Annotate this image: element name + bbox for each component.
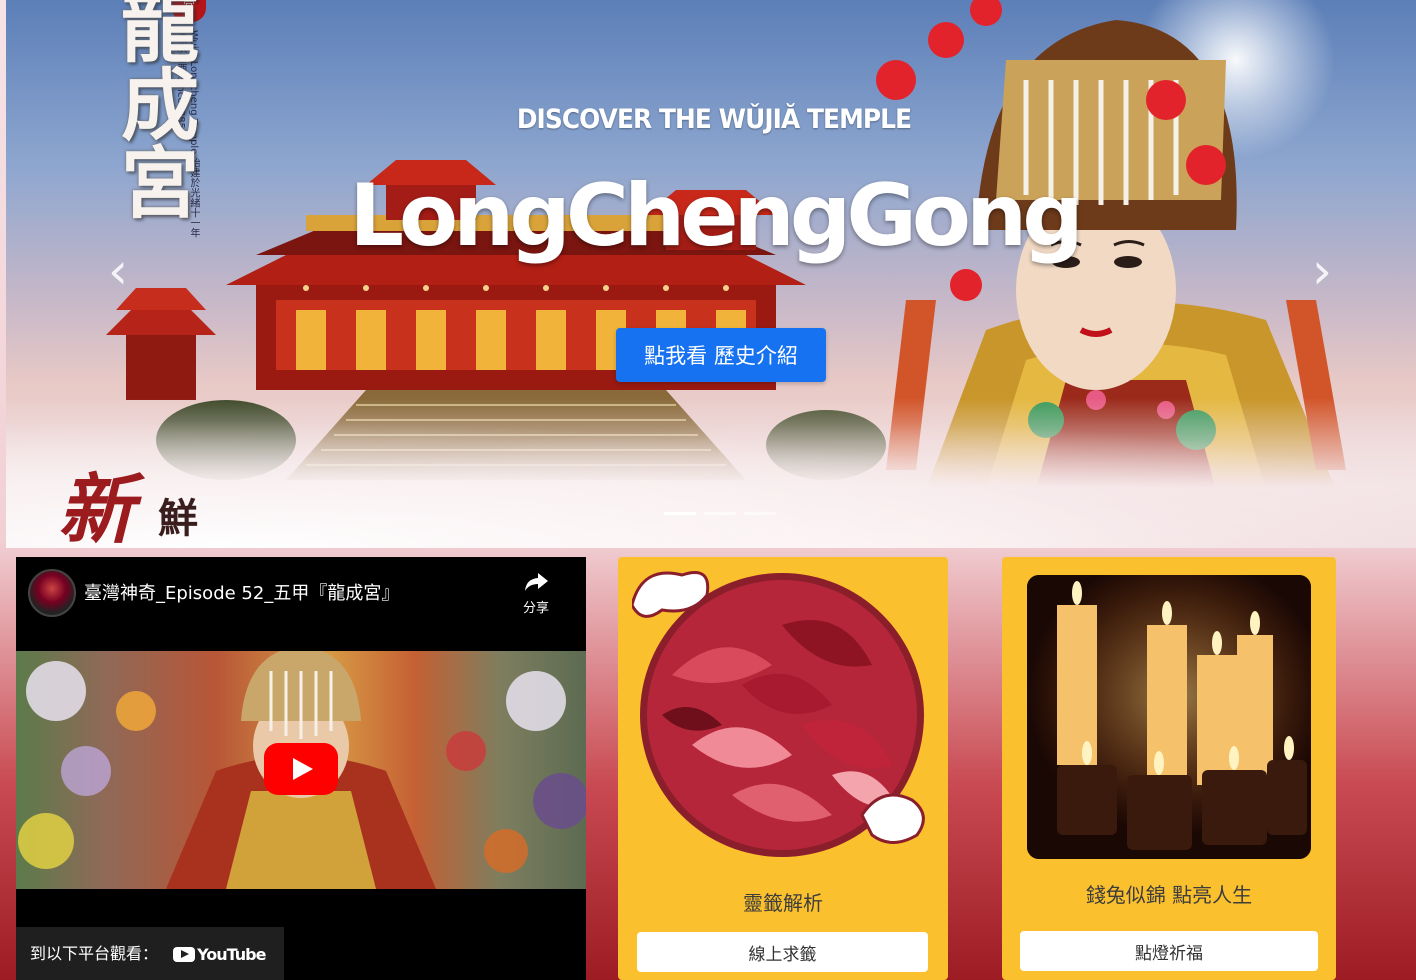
carousel-prev-chevron-icon[interactable]: ‹ xyxy=(98,246,138,298)
youtube-logo-label: YouTube xyxy=(197,945,266,964)
light-lamp-button[interactable]: 點燈祈福 xyxy=(1020,931,1318,971)
share-arrow-icon xyxy=(525,573,548,591)
carousel-indicator-3[interactable] xyxy=(744,512,776,515)
fresh-logo-small: 鮮 xyxy=(158,495,198,542)
channel-avatar[interactable] xyxy=(28,569,76,617)
carousel-indicator-2[interactable] xyxy=(704,512,736,515)
youtube-video-embed[interactable]: 臺灣神奇_Episode 52_五甲『龍成宮』 分享 到以下平台觀看： YouT… xyxy=(16,557,586,980)
divination-card: 靈籤解析 線上求籤 xyxy=(618,557,948,980)
youtube-logo-icon: YouTube xyxy=(173,928,266,980)
youtube-mark-icon xyxy=(173,947,196,962)
hero-carousel: 宮 Wujia Longcheng Temple 始建於光緒十一年·歲次乙酉 S… xyxy=(6,0,1416,548)
lamp-caption: 錢兔似錦 點亮人生 xyxy=(1085,883,1253,907)
online-divination-button[interactable]: 線上求籤 xyxy=(637,932,928,972)
fresh-logo-big: 新 xyxy=(58,465,134,548)
video-header: 臺灣神奇_Episode 52_五甲『龍成宮』 分享 xyxy=(16,557,586,651)
share-label: 分享 xyxy=(522,601,549,616)
divination-caption: 靈籤解析 xyxy=(743,891,823,915)
history-intro-button[interactable]: 點我看 歷史介紹 xyxy=(616,328,826,382)
candles-icon[interactable] xyxy=(1027,575,1311,859)
carousel-indicator-1[interactable] xyxy=(664,512,696,515)
watch-on-youtube-button[interactable]: 到以下平台觀看： YouTube xyxy=(16,927,284,980)
youtube-play-icon[interactable] xyxy=(264,743,338,795)
hero-kicker: DISCOVER THE WǓJIĂ TEMPLE xyxy=(516,104,912,135)
carousel-indicators xyxy=(664,512,776,515)
lamp-lighting-card: 錢兔似錦 點亮人生 點燈祈福 xyxy=(1002,557,1336,980)
hero-title: LongChengGong xyxy=(349,166,1084,266)
watch-on-label: 到以下平台觀看： xyxy=(30,944,159,963)
carousel-next-chevron-icon[interactable]: › xyxy=(1302,246,1342,298)
video-title[interactable]: 臺灣神奇_Episode 52_五甲『龍成宮』 xyxy=(84,579,399,605)
divination-blocks-icon[interactable] xyxy=(632,565,932,865)
fresh-section-logo: 新 鮮 xyxy=(58,448,228,548)
share-button[interactable]: 分享 xyxy=(516,571,556,616)
